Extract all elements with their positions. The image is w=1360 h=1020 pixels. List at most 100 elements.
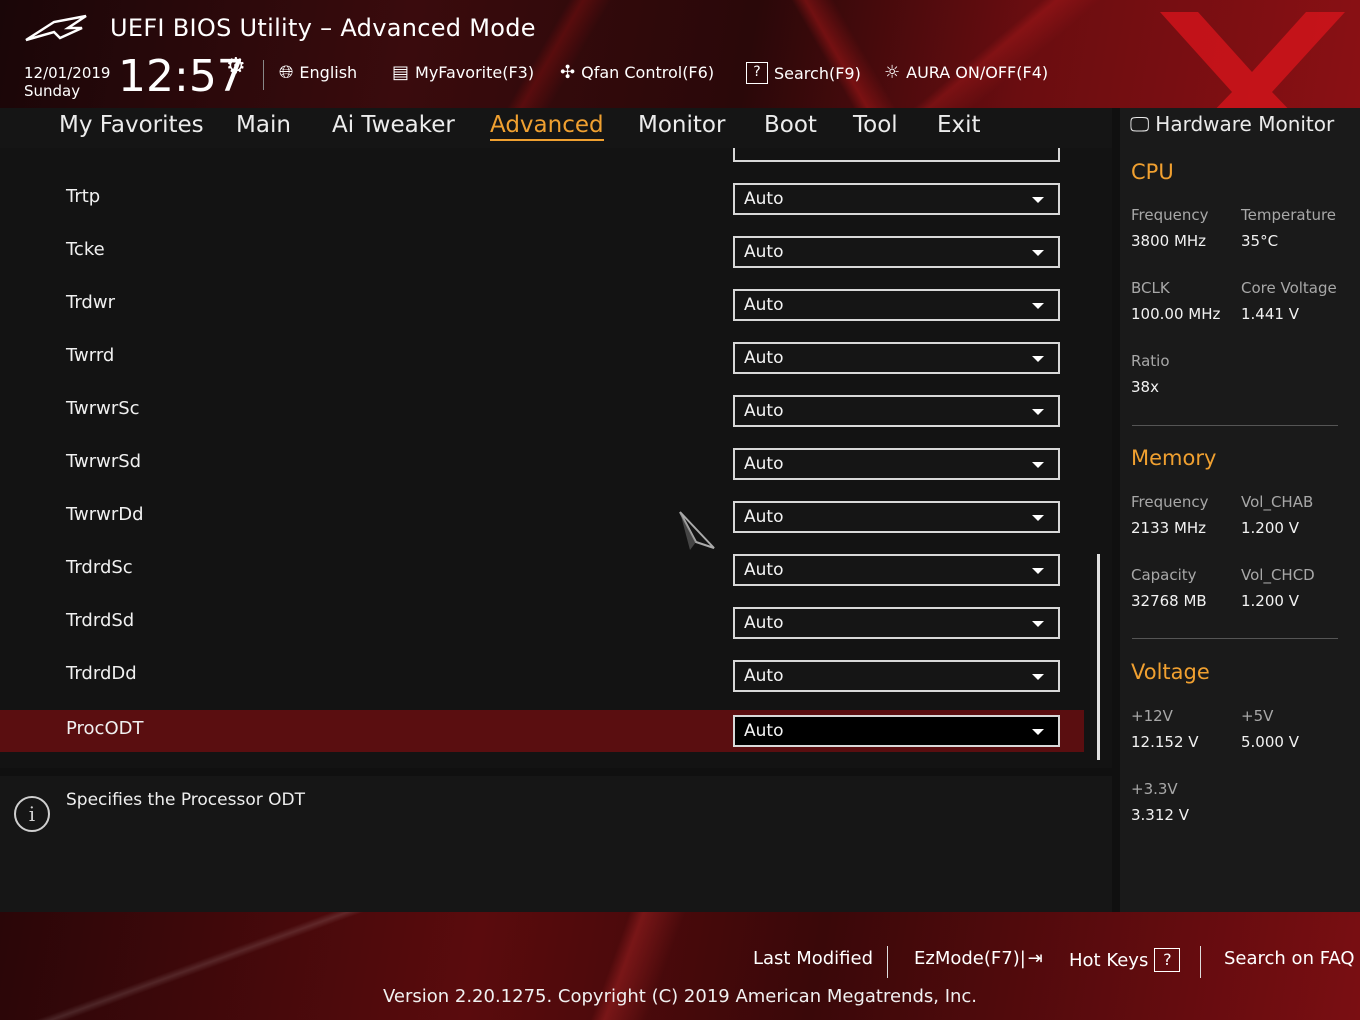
v12-value: 12.152 V xyxy=(1131,733,1199,751)
myfavorite-button[interactable]: ▤ MyFavorite(F3) xyxy=(392,62,534,83)
setting-row-trdrdsc[interactable]: TrdrdSc Auto xyxy=(0,549,1084,591)
tab-boot[interactable]: Boot xyxy=(764,112,817,138)
dropdown-value: Auto xyxy=(744,348,784,368)
setting-label: ProcODT xyxy=(66,718,144,739)
setting-row-twrwrdd[interactable]: TwrwrDd Auto xyxy=(0,496,1084,538)
hot-keys-label: Hot Keys xyxy=(1069,949,1149,971)
language-button[interactable]: 🌐︎ English xyxy=(279,62,357,83)
v5-label: +5V xyxy=(1241,707,1274,725)
exit-arrow-icon: ⇥ xyxy=(1027,948,1043,969)
setting-row-trdwr[interactable]: Trdwr Auto xyxy=(0,284,1084,326)
setting-row-tcke[interactable]: Tcke Auto xyxy=(0,231,1084,273)
qfan-label: Qfan Control(F6) xyxy=(581,63,715,82)
core-voltage-value: 1.441 V xyxy=(1241,305,1299,323)
qfan-control-button[interactable]: ✣ Qfan Control(F6) xyxy=(560,62,714,83)
bclk-value: 100.00 MHz xyxy=(1131,305,1221,323)
setting-label: Twrrd xyxy=(66,345,115,366)
setting-label: Trtp xyxy=(66,186,101,207)
previous-setting-dropdown-partial[interactable] xyxy=(733,148,1060,162)
date-text: 12/01/2019 xyxy=(24,64,111,82)
dropdown-value: Auto xyxy=(744,560,784,580)
tab-monitor[interactable]: Monitor xyxy=(638,112,725,138)
setting-dropdown[interactable]: Auto xyxy=(733,554,1060,586)
ratio-value: 38x xyxy=(1131,378,1159,396)
tab-ai-tweaker[interactable]: Ai Tweaker xyxy=(332,112,455,138)
question-key-icon: ? xyxy=(1154,948,1181,972)
chevron-down-icon xyxy=(1032,250,1044,256)
dropdown-value: Auto xyxy=(744,295,784,315)
footer-divider xyxy=(887,946,888,978)
setting-label: Tcke xyxy=(66,239,105,260)
memory-heading: Memory xyxy=(1131,446,1217,470)
setting-label: TwrwrDd xyxy=(66,504,144,525)
ezmode-button[interactable]: EzMode(F7)| ⇥ xyxy=(914,948,1043,969)
setting-dropdown[interactable]: Auto xyxy=(733,501,1060,533)
setting-dropdown[interactable]: Auto xyxy=(733,289,1060,321)
cpu-frequency-label: Frequency xyxy=(1131,206,1209,224)
tab-tool[interactable]: Tool xyxy=(853,112,898,138)
chevron-down-icon xyxy=(1032,462,1044,468)
v5-value: 5.000 V xyxy=(1241,733,1299,751)
hot-keys-button[interactable]: Hot Keys ? xyxy=(1069,948,1181,972)
setting-row-twrwrsd[interactable]: TwrwrSd Auto xyxy=(0,443,1084,485)
setting-dropdown[interactable]: Auto xyxy=(733,715,1060,747)
memory-frequency-label: Frequency xyxy=(1131,493,1209,511)
chevron-down-icon xyxy=(1032,729,1044,735)
favorite-list-icon: ▤ xyxy=(392,62,410,83)
setting-dropdown[interactable]: Auto xyxy=(733,236,1060,268)
voltage-heading: Voltage xyxy=(1131,660,1210,684)
v12-label: +12V xyxy=(1131,707,1173,725)
memory-frequency-value: 2133 MHz xyxy=(1131,519,1207,537)
setting-dropdown[interactable]: Auto xyxy=(733,342,1060,374)
settings-panel: Trtp Auto Tcke Auto Trdwr Auto Twrrd Aut… xyxy=(0,148,1112,768)
setting-label: TrdrdDd xyxy=(66,663,137,684)
search-label: Search(F9) xyxy=(774,63,861,83)
hardware-monitor-title: Hardware Monitor xyxy=(1155,112,1335,136)
hardware-monitor-header: 🖵︎ Hardware Monitor xyxy=(1130,112,1334,136)
chevron-down-icon xyxy=(1032,621,1044,627)
monitor-icon: 🖵︎ xyxy=(1130,112,1150,136)
footer-bar: Last Modified EzMode(F7)| ⇥ Hot Keys ? S… xyxy=(0,912,1360,1020)
vol-chab-label: Vol_CHAB xyxy=(1241,493,1314,511)
setting-dropdown[interactable]: Auto xyxy=(733,660,1060,692)
gear-icon[interactable]: ⚙ xyxy=(226,54,246,79)
app-title: UEFI BIOS Utility – Advanced Mode xyxy=(110,14,536,42)
setting-row-trtp[interactable]: Trtp Auto xyxy=(0,178,1084,220)
setting-row-twrwrsc[interactable]: TwrwrSc Auto xyxy=(0,390,1084,432)
dropdown-value: Auto xyxy=(744,454,784,474)
mouse-pointer-icon xyxy=(679,511,715,550)
cpu-temperature-label: Temperature xyxy=(1241,206,1337,224)
version-copyright: Version 2.20.1275. Copyright (C) 2019 Am… xyxy=(382,986,978,1007)
settings-scrollbar[interactable] xyxy=(1097,554,1100,760)
dropdown-value: Auto xyxy=(744,507,784,527)
vol-chcd-label: Vol_CHCD xyxy=(1241,566,1315,584)
info-icon: i xyxy=(14,796,50,832)
vol-chcd-value: 1.200 V xyxy=(1241,592,1299,610)
tab-exit[interactable]: Exit xyxy=(937,112,981,138)
setting-row-procodt[interactable]: ProcODT Auto xyxy=(0,710,1084,752)
globe-icon: 🌐︎ xyxy=(279,62,294,83)
hardware-monitor-panel: 🖵︎ Hardware Monitor CPU Frequency 3800 M… xyxy=(1120,108,1360,912)
setting-row-twrrd[interactable]: Twrrd Auto xyxy=(0,337,1084,379)
v33-label: +3.3V xyxy=(1131,780,1178,798)
setting-dropdown[interactable]: Auto xyxy=(733,183,1060,215)
setting-dropdown[interactable]: Auto xyxy=(733,395,1060,427)
chevron-down-icon xyxy=(1032,197,1044,203)
search-faq-button[interactable]: Search on FAQ xyxy=(1224,948,1355,969)
tab-advanced[interactable]: Advanced xyxy=(490,112,604,141)
chevron-down-icon xyxy=(1032,303,1044,309)
aura-toggle-button[interactable]: ☼ AURA ON/OFF(F4) xyxy=(884,62,1048,83)
setting-dropdown[interactable]: Auto xyxy=(733,607,1060,639)
setting-dropdown[interactable]: Auto xyxy=(733,448,1060,480)
help-text: Specifies the Processor ODT xyxy=(66,790,305,810)
setting-row-trdrdsd[interactable]: TrdrdSd Auto xyxy=(0,602,1084,644)
last-modified-button[interactable]: Last Modified xyxy=(753,948,873,969)
tab-my-favorites[interactable]: My Favorites xyxy=(59,112,204,138)
tab-main[interactable]: Main xyxy=(236,112,291,138)
vol-chab-value: 1.200 V xyxy=(1241,519,1299,537)
dropdown-value: Auto xyxy=(744,189,784,209)
setting-row-trdrddd[interactable]: TrdrdDd Auto xyxy=(0,655,1084,697)
search-button[interactable]: ? Search(F9) xyxy=(746,62,861,84)
chevron-down-icon xyxy=(1032,515,1044,521)
chevron-down-icon xyxy=(1032,356,1044,362)
